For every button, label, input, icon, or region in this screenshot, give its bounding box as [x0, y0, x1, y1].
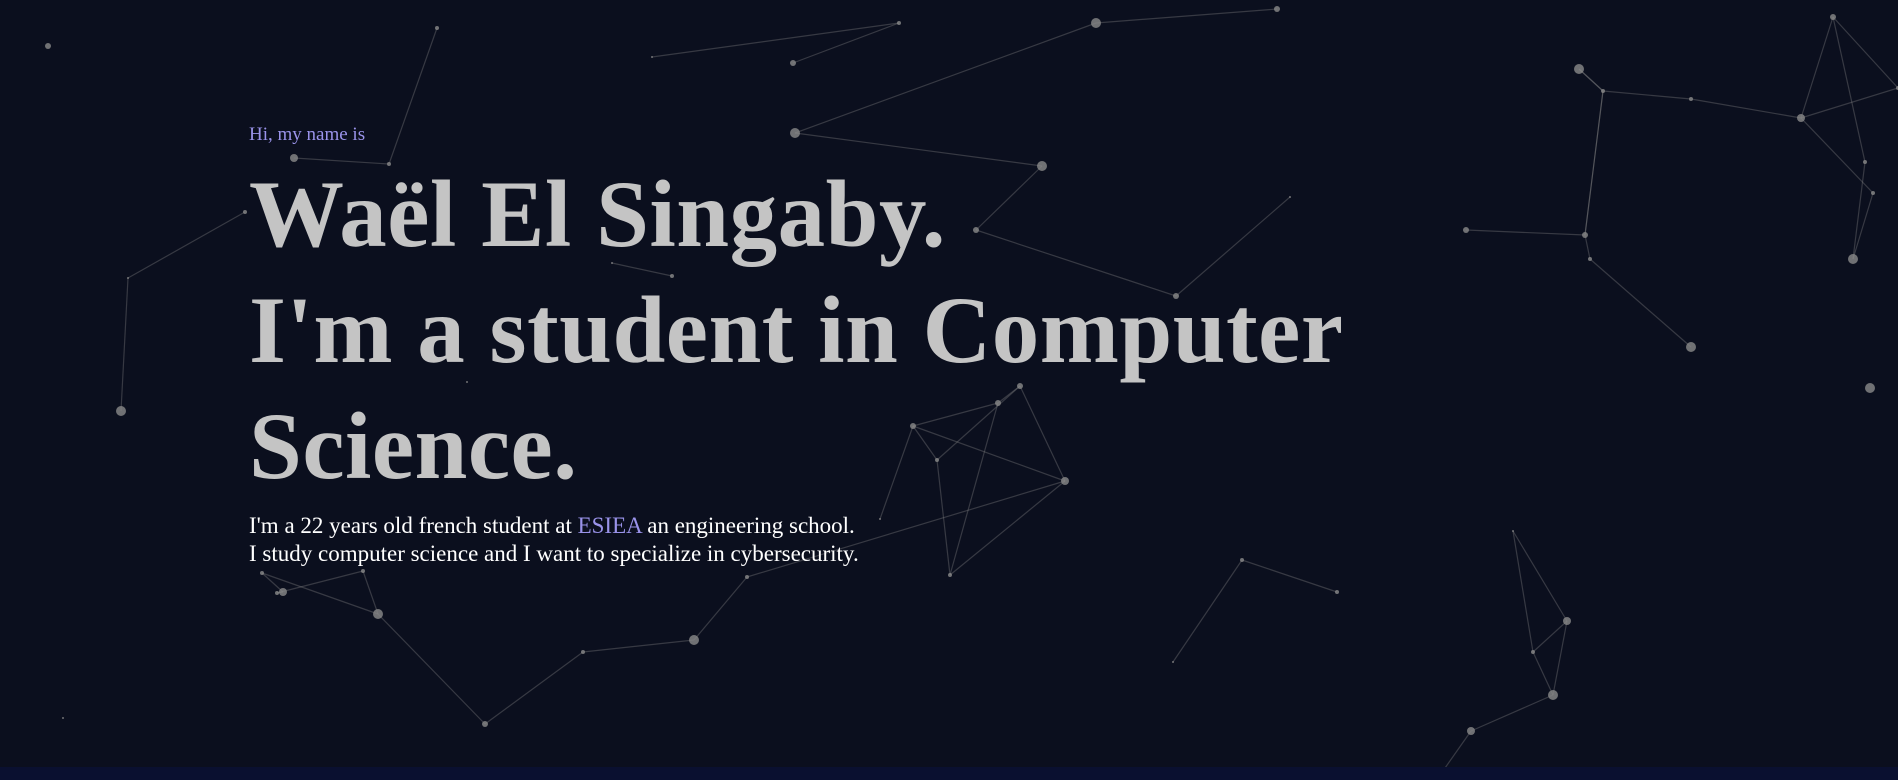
- particle-link: [1095, 8, 1278, 24]
- particle-dot: [1335, 590, 1339, 594]
- particle-dot: [260, 571, 264, 575]
- particle-link: [484, 651, 584, 725]
- particle-link: [693, 576, 748, 641]
- particle-link: [120, 277, 129, 412]
- particle-dot: [745, 575, 749, 579]
- particle-link: [651, 22, 900, 58]
- particle-dot: [1172, 661, 1174, 663]
- particle-link: [1800, 16, 1834, 119]
- particle-dot: [1863, 160, 1867, 164]
- particle-dot: [361, 569, 365, 573]
- particle-dot: [1467, 727, 1475, 735]
- particle-link: [794, 22, 1097, 134]
- particle-dot: [62, 717, 64, 719]
- particle-dot: [1848, 254, 1858, 264]
- particle-dot: [581, 650, 585, 654]
- hero-section: Hi, my name is Waël El Singaby. I'm a st…: [249, 122, 1549, 568]
- bio-prefix: I'm a 22 years old french student at: [249, 513, 578, 538]
- particle-link: [582, 639, 695, 653]
- particle-dot: [948, 573, 952, 577]
- particle-dot: [373, 609, 383, 619]
- particle-dot: [689, 635, 699, 645]
- particle-dot: [435, 26, 439, 30]
- particle-dot: [790, 60, 796, 66]
- particle-link: [1584, 90, 1604, 236]
- particle-link: [1589, 258, 1692, 348]
- particle-link: [1470, 694, 1554, 732]
- hero-headline: Waël El Singaby. I'm a student in Comput…: [249, 156, 1549, 504]
- particle-dot: [482, 721, 488, 727]
- particle-dot: [1797, 114, 1805, 122]
- particle-link: [1852, 161, 1866, 260]
- particle-dot: [1574, 64, 1584, 74]
- particle-dot: [45, 43, 51, 49]
- particle-dot: [1830, 14, 1836, 20]
- particle-dot: [1582, 232, 1588, 238]
- particle-dot: [1601, 89, 1605, 93]
- particle-link: [261, 572, 284, 593]
- particle-link: [1852, 192, 1874, 260]
- particle-dot: [243, 210, 247, 214]
- particle-dot: [1563, 617, 1571, 625]
- greeting-text: Hi, my name is: [249, 124, 366, 145]
- particle-dot: [1274, 6, 1280, 12]
- bottom-strip: [0, 767, 1898, 780]
- particle-dot: [116, 406, 126, 416]
- role-line-2: Science.: [249, 393, 578, 499]
- particle-dot: [651, 56, 653, 58]
- particle-dot: [1548, 690, 1558, 700]
- particle-link: [362, 570, 379, 615]
- school-link[interactable]: ESIEA: [578, 513, 642, 538]
- bio-line-2: I study computer science and I want to s…: [249, 541, 859, 566]
- particle-link: [792, 22, 900, 64]
- particle-dot: [1865, 383, 1875, 393]
- particle-dot: [279, 588, 287, 596]
- particle-dot: [1588, 257, 1592, 261]
- particle-link: [1602, 90, 1692, 100]
- particle-link: [1172, 559, 1243, 663]
- particle-dot: [1871, 191, 1875, 195]
- particle-dot: [275, 591, 279, 595]
- particle-link: [1832, 16, 1866, 163]
- particle-link: [377, 613, 486, 725]
- bio-line-1: I'm a 22 years old french student at ESI…: [249, 512, 1549, 540]
- particle-link: [1832, 16, 1898, 89]
- particle-link: [1690, 98, 1802, 119]
- particle-link: [1532, 651, 1554, 696]
- name-line: Waël El Singaby.: [249, 161, 946, 267]
- particle-dot: [1091, 18, 1101, 28]
- particle-link: [127, 211, 246, 279]
- particle-dot: [1686, 342, 1696, 352]
- bio: I'm a 22 years old french student at ESI…: [249, 512, 1549, 568]
- particle-link: [1584, 234, 1591, 260]
- particle-link: [276, 570, 364, 594]
- bio-suffix: an engineering school.: [641, 513, 855, 538]
- particle-dot: [127, 277, 129, 279]
- role-line-1: I'm a student in Computer: [249, 277, 1344, 383]
- particle-dot: [1531, 650, 1535, 654]
- particle-dot: [897, 21, 901, 25]
- particle-dot: [1689, 97, 1693, 101]
- particle-link: [1444, 730, 1472, 769]
- page: Hi, my name is Waël El Singaby. I'm a st…: [0, 0, 1898, 780]
